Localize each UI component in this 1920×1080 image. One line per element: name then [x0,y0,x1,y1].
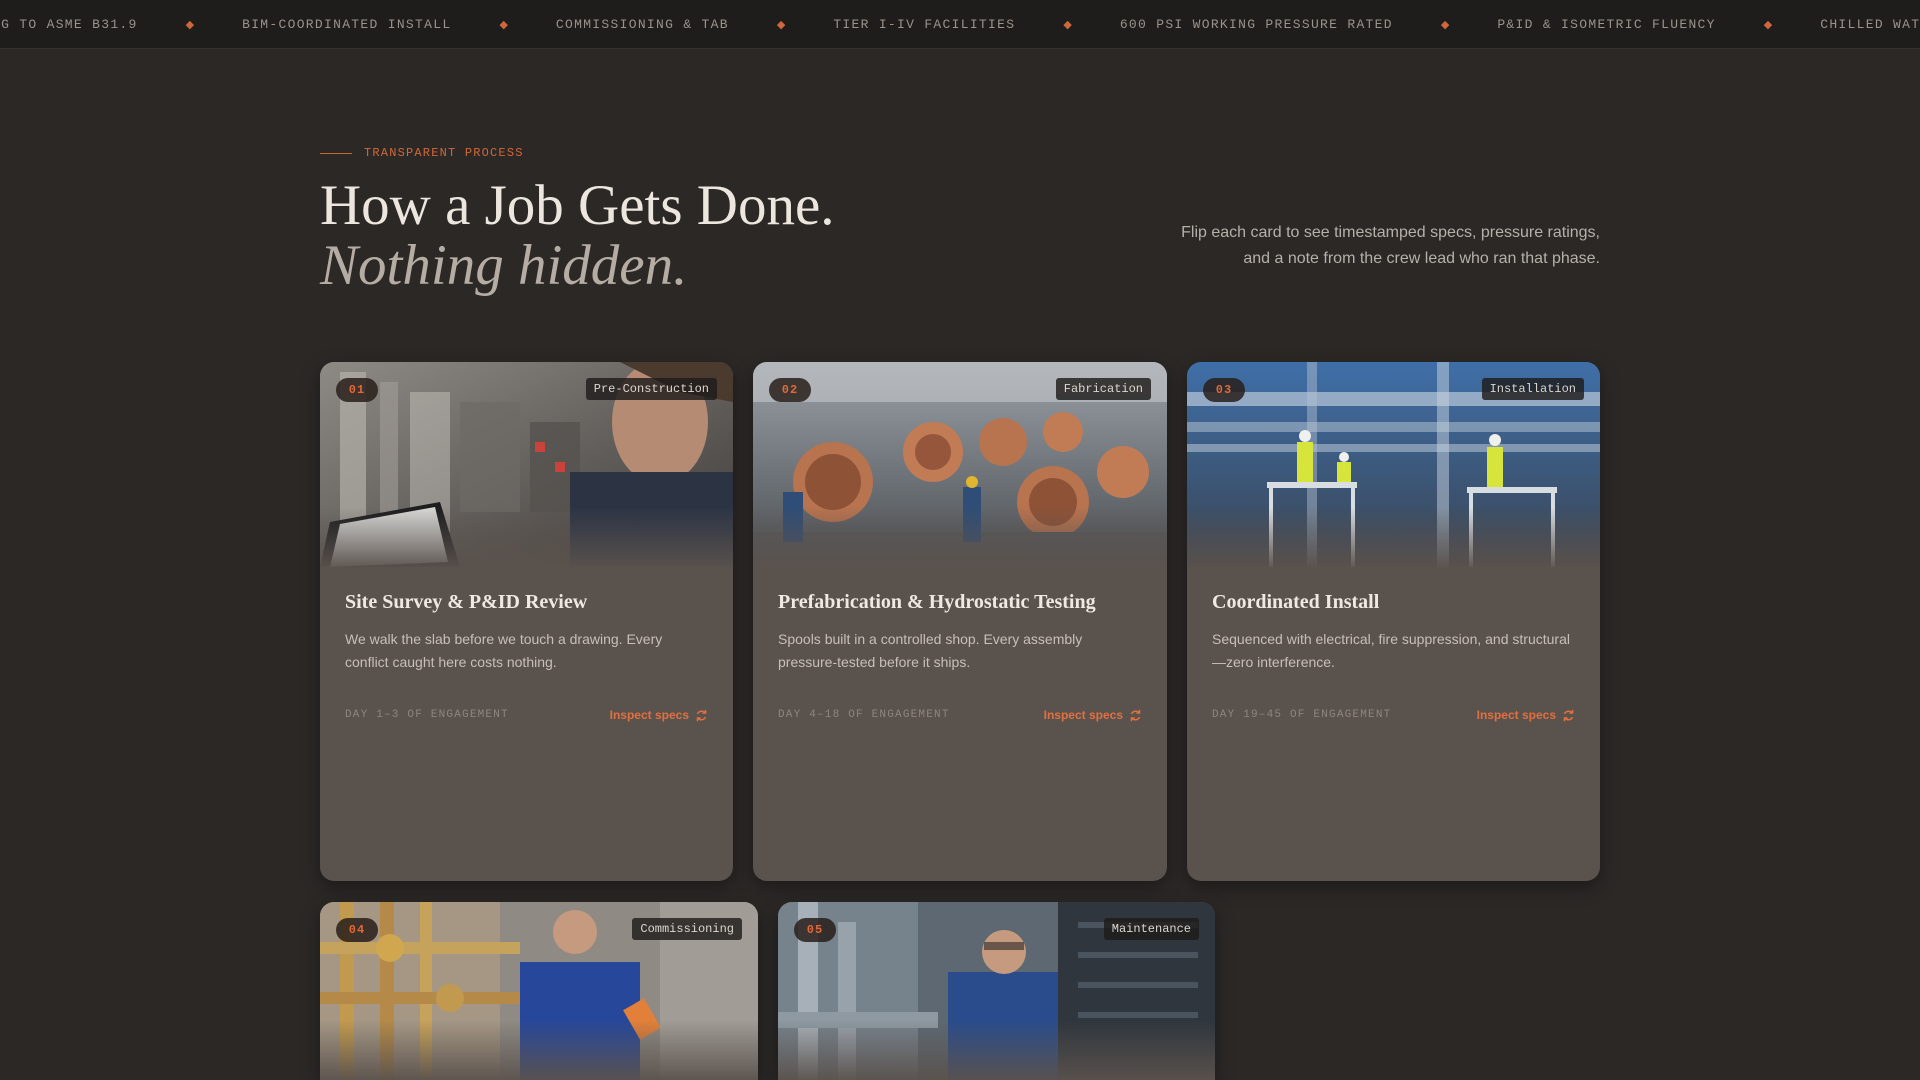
phase-badge: Maintenance [1103,918,1199,940]
step-number-badge: 01 [336,378,378,402]
process-card-commissioning[interactable]: 04 Commissioning [320,902,758,1080]
ticker-item: NG TO ASME B31.9 [0,17,138,32]
section-title: How a Job Gets Done. [320,174,835,237]
capabilities-ticker: NG TO ASME B31.9 ◆ BIM-COORDINATED INSTA… [0,0,1920,49]
ticker-item: TIER I-IV FACILITIES [833,17,1016,32]
ticker-track: NG TO ASME B31.9 ◆ BIM-COORDINATED INSTA… [0,0,1920,48]
step-number-badge: 02 [769,378,811,402]
phase-badge: Fabrication [1055,378,1151,400]
card-title: Coordinated Install [1212,591,1380,613]
engagement-day-label: DAY 1–3 OF ENGAGEMENT [345,709,509,721]
card-title: Prefabrication & Hydrostatic Testing [778,591,1096,613]
card-footer: DAY 1–3 OF ENGAGEMENT Inspect specs [345,708,708,722]
inspect-specs-label: Inspect specs [1476,708,1556,722]
card-description: Spools built in a controlled shop. Every… [778,631,1083,670]
diamond-separator-icon: ◆ [776,19,786,31]
inspect-specs-button[interactable]: Inspect specs [1477,708,1575,722]
process-card-site-survey[interactable]: 01 Pre-Construction Site Survey & P&ID R… [320,362,733,881]
flip-refresh-icon [1563,709,1574,721]
card-body: Prefabrication & Hydrostatic Testing Spo… [753,567,1167,722]
step-number-badge: 05 [794,918,836,942]
inspect-specs-label: Inspect specs [1043,708,1123,722]
diamond-separator-icon: ◆ [1763,19,1773,31]
inspect-specs-button[interactable]: Inspect specs [610,708,708,722]
ticker-item: COMMISSIONING & TAB [555,17,729,32]
ticker-item: BIM-COORDINATED INSTALL [242,17,452,32]
process-card-prefabrication[interactable]: 02 Fabrication Prefabrication & Hydrosta… [753,362,1167,881]
engagement-day-label: DAY 4–18 OF ENGAGEMENT [778,709,950,721]
section-subtitle: Nothing hidden. [320,234,688,297]
diamond-separator-icon: ◆ [499,19,508,31]
step-number-badge: 04 [336,918,378,942]
phase-badge: Installation [1481,378,1584,400]
card-body: Site Survey & P&ID Review We walk the sl… [320,567,733,722]
card-description: We walk the slab before we touch a drawi… [345,631,663,670]
eyebrow-rule [320,152,352,154]
diamond-separator-icon: ◆ [1440,19,1450,31]
flip-refresh-icon [696,709,707,721]
section-intro: Flip each card to see timestamped specs,… [1181,224,1600,267]
eyebrow-text: TRANSPARENT PROCESS [364,146,524,160]
card-body: Coordinated Install Sequenced with elect… [1187,567,1600,722]
step-number-badge: 03 [1203,378,1245,402]
inspect-specs-button[interactable]: Inspect specs [1044,708,1142,722]
phase-badge: Commissioning [632,918,742,940]
ticker-item: CHILLED WATER LOOP DE [1820,17,1920,32]
card-description: Sequenced with electrical, fire suppress… [1212,631,1570,670]
ticker-item: 600 PSI WORKING PRESSURE RATED [1119,17,1393,32]
engagement-day-label: DAY 19–45 OF ENGAGEMENT [1212,709,1392,721]
process-card-install[interactable]: 03 Installation Coordinated Install Sequ… [1187,362,1600,881]
process-card-maintenance[interactable]: 05 Maintenance [778,902,1215,1080]
card-footer: DAY 4–18 OF ENGAGEMENT Inspect specs [778,708,1142,722]
section-eyebrow: TRANSPARENT PROCESS [320,146,524,160]
card-footer: DAY 19–45 OF ENGAGEMENT Inspect specs [1212,708,1575,722]
flip-refresh-icon [1130,709,1141,721]
diamond-separator-icon: ◆ [1063,19,1072,31]
phase-badge: Pre-Construction [585,378,717,400]
diamond-separator-icon: ◆ [185,19,195,31]
inspect-specs-label: Inspect specs [609,708,689,722]
card-title: Site Survey & P&ID Review [345,591,588,613]
ticker-item: P&ID & ISOMETRIC FLUENCY [1497,17,1716,32]
